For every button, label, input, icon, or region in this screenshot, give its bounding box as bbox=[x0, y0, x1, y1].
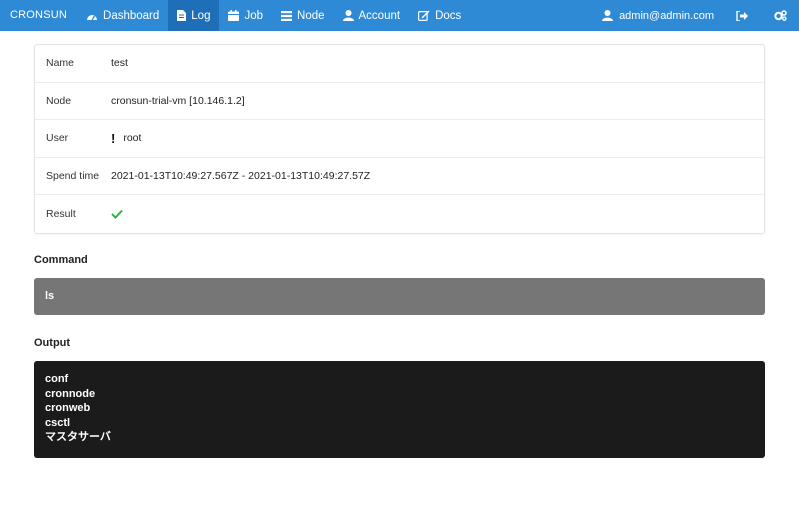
nav-label-log: Log bbox=[191, 9, 211, 22]
brand-logo[interactable]: CRONSUN bbox=[0, 0, 77, 31]
nav-label-docs: Docs bbox=[435, 9, 462, 22]
dashboard-icon bbox=[87, 14, 98, 20]
detail-key: Result bbox=[46, 207, 76, 220]
user-icon bbox=[602, 10, 614, 21]
output-heading: Output bbox=[34, 337, 71, 349]
nav-item-account[interactable]: Account bbox=[334, 0, 410, 31]
output-line: csctl bbox=[45, 416, 71, 429]
output-box: conf cronnode cronweb csctl マスタサーバ bbox=[34, 361, 765, 458]
log-details-table: Name test Node cronsun-trial-vm [10.146.… bbox=[34, 44, 765, 234]
detail-key: Node bbox=[46, 94, 72, 107]
node-value: cronsun-trial-vm [10.146.1.2] bbox=[111, 94, 245, 107]
user-value: root bbox=[123, 132, 142, 145]
result-value bbox=[111, 209, 123, 219]
nav-label-node: Node bbox=[297, 9, 325, 22]
exclamation-icon: ! bbox=[111, 130, 116, 146]
user-menu[interactable]: admin@admin.com bbox=[593, 0, 723, 31]
check-icon bbox=[111, 209, 123, 219]
user-email: admin@admin.com bbox=[619, 9, 714, 22]
sign-out-icon bbox=[736, 10, 748, 21]
nav-label-job: Job bbox=[244, 9, 264, 22]
output-line: cronweb bbox=[45, 402, 91, 414]
detail-key: Spend time bbox=[46, 169, 100, 182]
user-icon bbox=[342, 10, 354, 21]
job-name-link[interactable]: test bbox=[111, 57, 128, 69]
detail-key: User bbox=[46, 132, 69, 145]
user-value-wrap: ! root bbox=[111, 131, 141, 146]
file-icon bbox=[177, 10, 187, 21]
nav-item-log[interactable]: Log bbox=[168, 0, 220, 31]
nav-item-docs[interactable]: Docs bbox=[409, 0, 470, 31]
detail-row-result: Result bbox=[35, 195, 764, 233]
command-heading: Command bbox=[34, 254, 88, 266]
detail-row-name: Name test bbox=[35, 45, 764, 83]
detail-row-node: Node cronsun-trial-vm [10.146.1.2] bbox=[35, 83, 764, 120]
nav-label-account: Account bbox=[358, 9, 401, 22]
output-line: マスタサーバ bbox=[45, 431, 111, 443]
logout-button[interactable] bbox=[723, 0, 761, 31]
spend-time-value: 2021-01-13T10:49:27.567Z - 2021-01-13T10… bbox=[111, 169, 371, 182]
detail-row-spend-time: Spend time 2021-01-13T10:49:27.567Z - 20… bbox=[35, 158, 764, 195]
nav-item-job[interactable]: Job bbox=[219, 0, 272, 31]
output-line: conf bbox=[45, 373, 69, 385]
detail-row-user: User ! root bbox=[35, 120, 764, 158]
top-navbar: CRONSUN Dashboard Log Job Node Account D… bbox=[0, 0, 799, 31]
list-icon bbox=[281, 10, 293, 21]
settings-button[interactable] bbox=[761, 0, 799, 31]
nav-label-dashboard: Dashboard bbox=[103, 9, 160, 22]
command-box: ls bbox=[34, 278, 765, 315]
output-line: cronnode bbox=[45, 387, 96, 400]
edit-icon bbox=[418, 10, 430, 21]
calendar-icon bbox=[228, 10, 240, 21]
settings-icon bbox=[773, 10, 787, 21]
nav-item-node[interactable]: Node bbox=[272, 0, 334, 31]
nav-item-dashboard[interactable]: Dashboard bbox=[77, 0, 168, 31]
detail-key: Name bbox=[46, 57, 75, 70]
